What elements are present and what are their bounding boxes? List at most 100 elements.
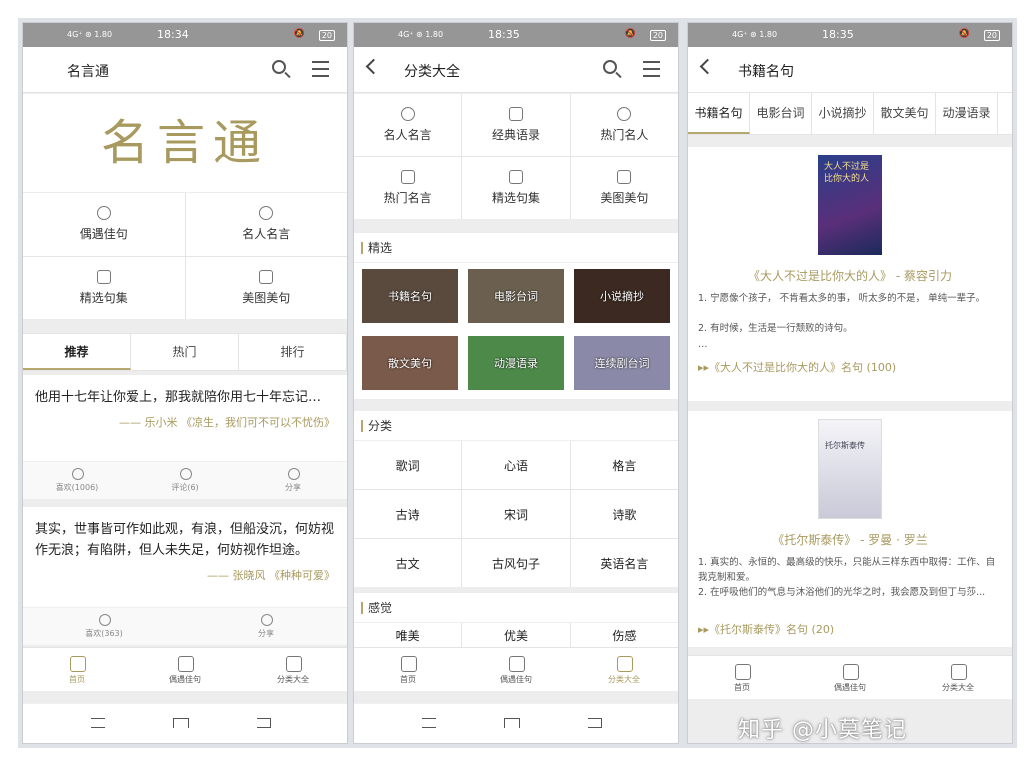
- back-icon[interactable]: [257, 718, 271, 728]
- signal-indicator: 4G⁺ ⊛ 1.80: [67, 30, 113, 39]
- shortcut-famous-quotes[interactable]: 名人名言: [354, 94, 462, 156]
- category-item[interactable]: 歌词: [354, 441, 462, 489]
- menu-icon[interactable]: [640, 57, 664, 81]
- book-card[interactable]: 大人不过是比你大的人 《大人不过是比你大的人》 - 蔡容引力 1. 宁愿像个孩子…: [688, 147, 1012, 401]
- feeling-item[interactable]: 优美: [462, 623, 570, 647]
- phone-screen-categories: 4G⁺ ⊛ 1.80 18:35 🔕 20 分类大全 名人名言 经典语录 热门名…: [353, 22, 679, 744]
- category-item[interactable]: 古文: [354, 539, 462, 587]
- book-excerpt: 2. 在呼吸他们的气息与沐浴他们的光华之时，我会愿及到但丁与莎...: [698, 587, 986, 598]
- book-quotes-link[interactable]: ▸▸《大人不过是比你大的人》名句 (100): [698, 359, 896, 375]
- book-excerpt: …: [698, 339, 708, 350]
- heart-icon: [96, 206, 111, 221]
- folder-icon: [96, 269, 111, 284]
- tab-anime[interactable]: 动漫语录: [936, 93, 998, 134]
- like-button[interactable]: 喜欢(1006): [23, 462, 131, 499]
- tab-book-quotes[interactable]: 书籍名句: [688, 93, 750, 134]
- feeling-grid: 唯美 优美 伤感: [354, 623, 678, 647]
- featured-prose[interactable]: 散文美句: [362, 336, 458, 390]
- search-icon[interactable]: [269, 57, 293, 81]
- book-category-tabs: 书籍名句 电影台词 小说摘抄 散文美句 动漫语录: [688, 93, 1012, 135]
- nav-home[interactable]: 首页: [354, 648, 462, 691]
- category-item[interactable]: 古诗: [354, 490, 462, 538]
- shortcut-hot-people[interactable]: 热门名人: [570, 94, 678, 156]
- book-title-line[interactable]: 《大人不过是比你大的人》 - 蔡容引力: [688, 267, 1012, 284]
- section-feeling-label: 感觉: [354, 593, 678, 623]
- battery-indicator: 20: [983, 30, 1000, 41]
- quote-card[interactable]: 他用十七年让你爱上，那我就陪你用七十年忘记… —— 乐小米 《凉生，我们可不可以…: [23, 375, 347, 499]
- shortcut-hot-quotes[interactable]: 热门名言: [354, 157, 462, 219]
- search-icon[interactable]: [600, 57, 624, 81]
- nav-categories[interactable]: 分类大全: [904, 656, 1012, 699]
- menu-label: 偶遇佳句: [79, 227, 128, 242]
- quote-author[interactable]: —— 乐小米 《凉生，我们可不可以不忧伤》: [23, 408, 347, 430]
- people-icon: [617, 107, 632, 121]
- menu-label: 名人名言: [242, 227, 291, 242]
- featured-movies[interactable]: 电影台词: [468, 269, 564, 323]
- nav-random[interactable]: 偶遇佳句: [796, 656, 904, 699]
- tab-movie-lines[interactable]: 电影台词: [750, 93, 812, 134]
- home-tabs: 推荐 热门 排行: [23, 333, 347, 371]
- menu-icon[interactable]: [309, 57, 333, 81]
- nav-random[interactable]: 偶遇佳句: [131, 648, 239, 691]
- home-icon[interactable]: [173, 718, 189, 728]
- nav-categories[interactable]: 分类大全: [239, 648, 347, 691]
- quote-author[interactable]: —— 张晓风 《种种可爱》: [23, 561, 347, 583]
- nav-random[interactable]: 偶遇佳句: [462, 648, 570, 691]
- share-button[interactable]: 分享: [239, 462, 347, 499]
- menu-label: 美图美句: [242, 290, 291, 305]
- tab-recommended[interactable]: 推荐: [23, 334, 131, 370]
- category-item[interactable]: 英语名言: [570, 539, 678, 587]
- category-item[interactable]: 宋词: [462, 490, 570, 538]
- tab-ranking[interactable]: 排行: [239, 334, 347, 370]
- book-cover[interactable]: 大人不过是比你大的人: [818, 155, 882, 255]
- menu-image-quotes[interactable]: 美图美句: [185, 256, 347, 319]
- back-icon[interactable]: [588, 718, 602, 728]
- page-title: 名言通: [67, 64, 109, 80]
- signal-indicator: 4G⁺ ⊛ 1.80: [732, 30, 778, 39]
- tab-novel-excerpts[interactable]: 小说摘抄: [812, 93, 874, 134]
- menu-collections[interactable]: 精选句集: [23, 256, 185, 319]
- quote-card[interactable]: 其实，世事皆可作如此观，有浪，但船没沉，何妨视作无浪；有陷阱，但人未失足，何妨视…: [23, 507, 347, 645]
- tab-hot[interactable]: 热门: [131, 334, 239, 370]
- shortcut-collections[interactable]: 精选句集: [462, 157, 570, 219]
- image-icon: [259, 269, 274, 284]
- quote-text: 他用十七年让你爱上，那我就陪你用七十年忘记…: [35, 390, 322, 405]
- mute-icon: 🔕: [958, 29, 970, 39]
- share-button[interactable]: 分享: [185, 608, 347, 645]
- book-card[interactable]: 托尔斯泰传 《托尔斯泰传》 - 罗曼 · 罗兰 1. 真实的、永恒的、最高级的快…: [688, 411, 1012, 647]
- category-item[interactable]: 格言: [570, 441, 678, 489]
- back-arrow-icon[interactable]: [699, 58, 716, 75]
- like-button[interactable]: 喜欢(363): [23, 608, 185, 645]
- nav-categories[interactable]: 分类大全: [570, 648, 678, 691]
- clock: 18:35: [488, 28, 520, 41]
- recent-apps-icon[interactable]: [422, 718, 436, 728]
- feeling-item[interactable]: 伤感: [570, 623, 678, 647]
- home-icon[interactable]: [504, 718, 520, 728]
- recent-apps-icon[interactable]: [91, 718, 105, 728]
- menu-famous-quotes[interactable]: 名人名言: [185, 193, 347, 256]
- shortcut-label: 热门名人: [600, 128, 649, 142]
- shortcut-classic-quotes[interactable]: 经典语录: [462, 94, 570, 156]
- category-item[interactable]: 古风句子: [462, 539, 570, 587]
- app-header: 书籍名句: [688, 47, 1012, 93]
- shortcut-label: 经典语录: [491, 128, 540, 142]
- tab-prose[interactable]: 散文美句: [874, 93, 936, 134]
- nav-home[interactable]: 首页: [23, 648, 131, 691]
- book-title-line[interactable]: 《托尔斯泰传》 - 罗曼 · 罗兰: [688, 531, 1012, 548]
- app-header: 分类大全: [354, 47, 678, 93]
- book-quotes-link[interactable]: ▸▸《托尔斯泰传》名句 (20): [698, 621, 834, 637]
- category-item[interactable]: 诗歌: [570, 490, 678, 538]
- back-arrow-icon[interactable]: [365, 58, 382, 75]
- featured-tv[interactable]: 连续剧台词: [574, 336, 670, 390]
- featured-anime[interactable]: 动漫语录: [468, 336, 564, 390]
- comment-button[interactable]: 评论(6): [131, 462, 239, 499]
- nav-home[interactable]: 首页: [688, 656, 796, 699]
- featured-novels[interactable]: 小说摘抄: [574, 269, 670, 323]
- shortcut-image-quotes[interactable]: 美图美句: [570, 157, 678, 219]
- book-author: - 罗曼 · 罗兰: [860, 533, 928, 547]
- featured-books[interactable]: 书籍名句: [362, 269, 458, 323]
- book-cover[interactable]: 托尔斯泰传: [818, 419, 882, 519]
- category-item[interactable]: 心语: [462, 441, 570, 489]
- menu-random-quotes[interactable]: 偶遇佳句: [23, 193, 185, 256]
- feeling-item[interactable]: 唯美: [354, 623, 462, 647]
